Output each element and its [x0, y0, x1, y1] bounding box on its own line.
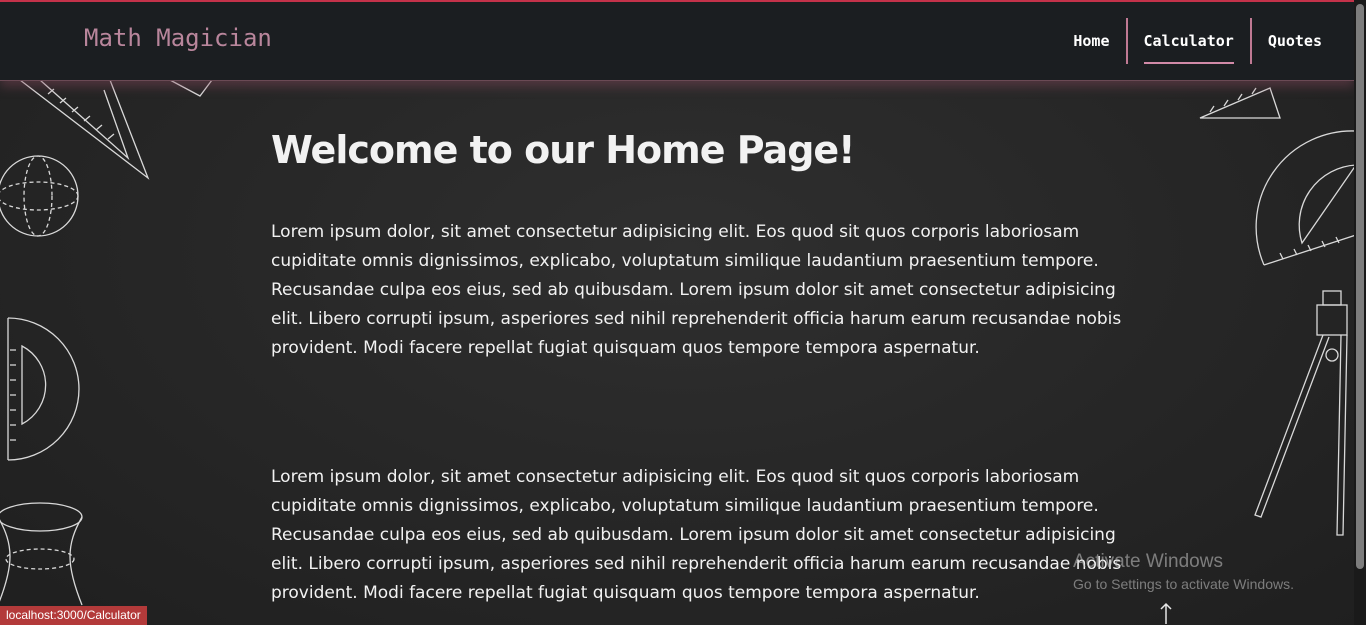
page-scrollbar[interactable] [1354, 0, 1366, 625]
activate-windows-title: Activate Windows [1073, 551, 1223, 572]
protractor-icon [7, 317, 80, 461]
page: Math Magician Home Calculator Quotes Wel… [0, 0, 1366, 625]
scrollbar-thumb[interactable] [1356, 4, 1364, 569]
page-title: Welcome to our Home Page! [271, 128, 856, 172]
protractor-icon [1255, 130, 1358, 266]
activate-windows-subtitle: Go to Settings to activate Windows. [1073, 576, 1294, 592]
nav-link-calculator[interactable]: Calculator [1128, 18, 1250, 64]
intro-paragraph: Lorem ipsum dolor, sit amet consectetur … [271, 467, 1122, 603]
main-content: Welcome to our Home Page! Lorem ipsum do… [271, 128, 1141, 608]
activate-windows-watermark: Activate Windows Go to Settings to activ… [1073, 550, 1294, 594]
intro-paragraph: Lorem ipsum dolor, sit amet consectetur … [271, 222, 1122, 358]
nav-link-home[interactable]: Home [1057, 18, 1125, 64]
compass-icon [1254, 290, 1348, 536]
arrow-up-icon [1160, 602, 1172, 624]
brand-logo[interactable]: Math Magician [84, 24, 272, 52]
nav-links: Home Calculator Quotes [1057, 18, 1338, 64]
nav-link-quotes[interactable]: Quotes [1252, 18, 1338, 64]
navbar: Math Magician Home Calculator Quotes [0, 2, 1354, 81]
status-bar-link-preview: localhost:3000/Calculator [0, 606, 147, 625]
set-square-icon [1199, 87, 1281, 119]
globe-icon [0, 155, 79, 237]
